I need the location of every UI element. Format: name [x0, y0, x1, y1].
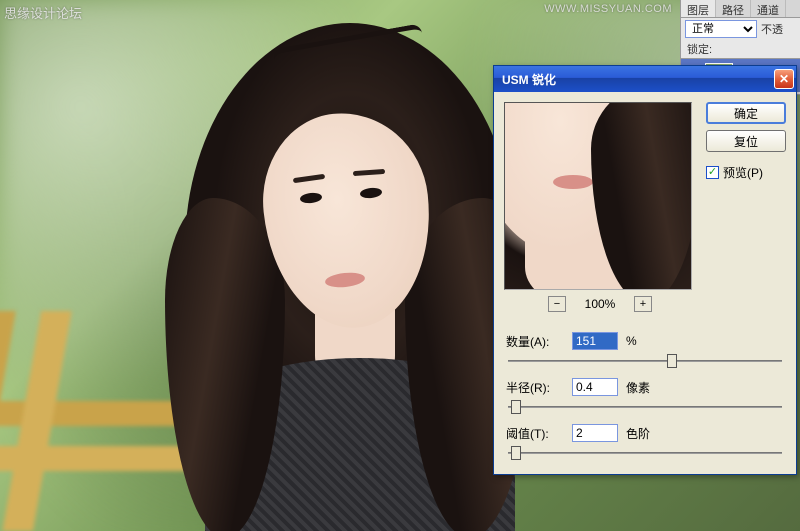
watermark-top-left: 思缘设计论坛 [4, 3, 82, 22]
filter-preview[interactable] [504, 102, 692, 290]
slider-track [508, 406, 782, 408]
dialog-title: USM 锐化 [502, 71, 774, 88]
reset-button[interactable]: 复位 [706, 130, 786, 152]
slider-track [508, 360, 782, 362]
threshold-input[interactable] [572, 424, 618, 442]
radius-label: 半径(R): [506, 379, 566, 396]
preview-checkbox[interactable]: ✓ [706, 166, 719, 179]
radius-slider[interactable] [508, 400, 782, 414]
threshold-slider-thumb[interactable] [511, 446, 521, 460]
tab-channels[interactable]: 通道 [751, 0, 786, 17]
amount-input[interactable] [572, 332, 618, 350]
threshold-label: 阈值(T): [506, 425, 566, 442]
threshold-slider[interactable] [508, 446, 782, 460]
usm-sharpen-dialog: USM 锐化 ✕ − 100% + 确定 复位 [493, 65, 797, 475]
close-button[interactable]: ✕ [774, 69, 794, 89]
ok-button[interactable]: 确定 [706, 102, 786, 124]
watermark-top-right: WWW.MISSYUAN.COM [544, 3, 672, 15]
dialog-titlebar[interactable]: USM 锐化 ✕ [494, 66, 796, 92]
threshold-unit: 色阶 [626, 425, 650, 442]
close-icon: ✕ [779, 72, 789, 86]
amount-unit: % [626, 334, 637, 348]
opacity-label: 不透 [761, 21, 783, 37]
tab-paths[interactable]: 路径 [716, 0, 751, 17]
amount-slider-thumb[interactable] [667, 354, 677, 368]
lock-label: 锁定: [687, 44, 712, 56]
zoom-out-button[interactable]: − [548, 296, 566, 312]
slider-track [508, 452, 782, 454]
layers-panel-tabs: 图层 路径 通道 [681, 0, 800, 18]
plus-icon: + [640, 298, 646, 310]
preview-checkbox-label: 预览(P) [723, 164, 763, 181]
amount-slider[interactable] [508, 354, 782, 368]
checkmark-icon: ✓ [708, 167, 717, 178]
tab-layers[interactable]: 图层 [681, 0, 716, 17]
amount-label: 数量(A): [506, 333, 566, 350]
minus-icon: − [554, 298, 560, 310]
zoom-percent: 100% [580, 297, 620, 311]
zoom-in-button[interactable]: + [634, 296, 652, 312]
blend-mode-select[interactable]: 正常 [685, 20, 757, 38]
radius-input[interactable] [572, 378, 618, 396]
radius-slider-thumb[interactable] [511, 400, 521, 414]
radius-unit: 像素 [626, 379, 650, 396]
lock-row: 锁定: [681, 40, 800, 58]
